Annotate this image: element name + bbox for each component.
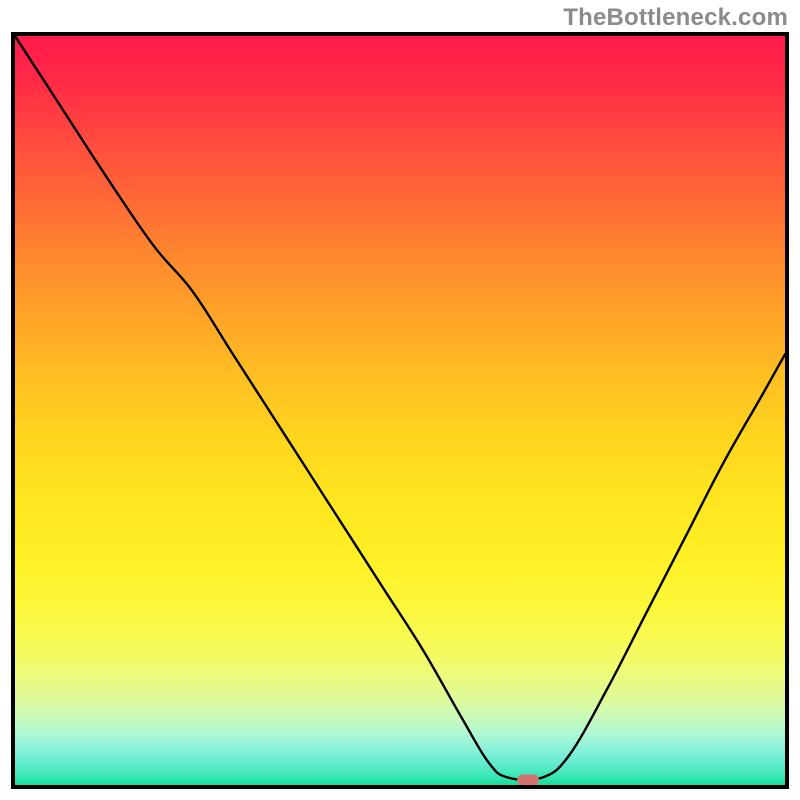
watermark-text: TheBottleneck.com bbox=[563, 4, 788, 32]
plot-frame bbox=[11, 32, 789, 789]
min-marker bbox=[517, 774, 539, 785]
curve-path bbox=[15, 36, 785, 785]
